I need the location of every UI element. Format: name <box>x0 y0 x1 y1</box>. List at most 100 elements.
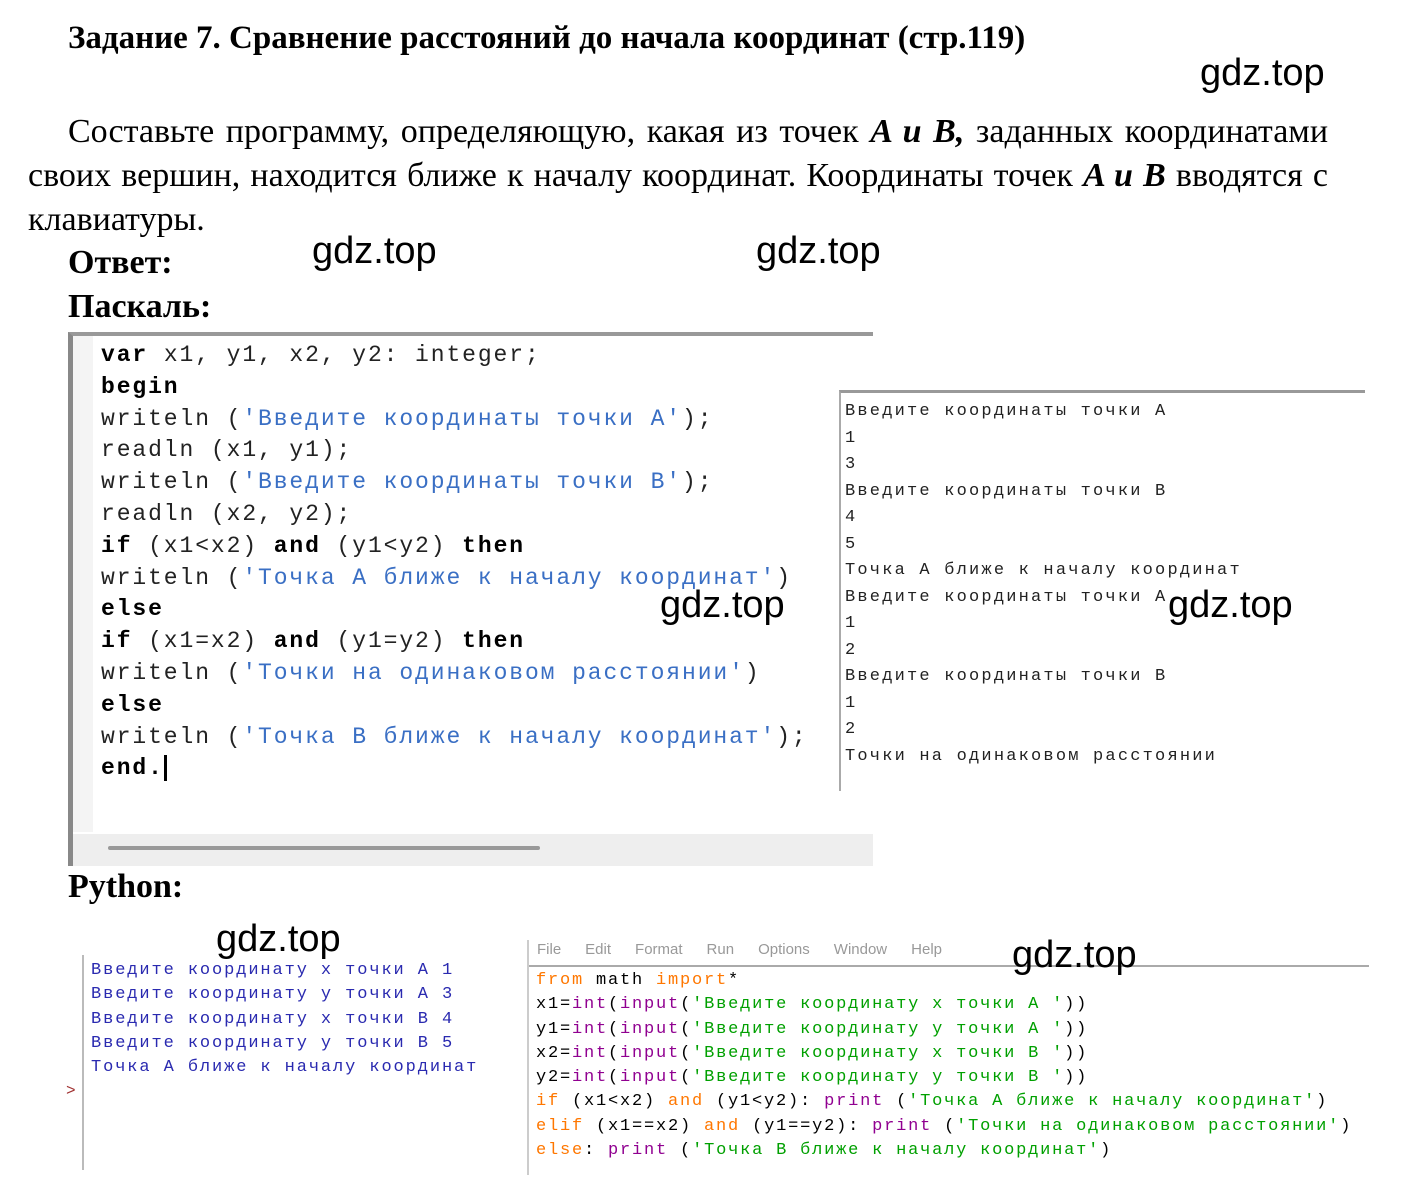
code-line: if (x1<x2) and (y1<y2): print ('Точка A … <box>536 1090 1352 1114</box>
code-line: else: print ('Точка B ближе к началу коо… <box>536 1139 1352 1163</box>
code-token: if <box>101 532 133 559</box>
code-line: writeln ('Введите координаты точки A'); <box>101 404 808 436</box>
code-token: ( <box>680 1068 693 1088</box>
code-token: 'Точки на одинаковом расстоянии' <box>242 659 745 686</box>
code-token: x2= <box>536 1043 573 1063</box>
output-line: 2 <box>845 640 858 660</box>
code-token: writeln ( <box>101 469 243 496</box>
code-token: writeln ( <box>101 659 243 686</box>
code-token: if <box>536 1092 561 1112</box>
output-line: Введите координату y точки A 3 <box>91 985 455 1005</box>
menu-item-format[interactable]: Format <box>635 941 683 958</box>
shell-prompt: > <box>66 1082 76 1100</box>
scrollbar-thumb[interactable] <box>108 846 540 850</box>
code-line: begin <box>101 372 808 404</box>
code-token: then <box>462 532 525 559</box>
code-token: import <box>656 971 729 990</box>
code-token: math <box>584 971 657 990</box>
output-line: 2 <box>845 720 858 739</box>
code-token: ( <box>608 1043 621 1063</box>
code-token: 'Введите координату y точки B ' <box>692 1068 1065 1088</box>
code-token: ( <box>608 995 621 1015</box>
code-line: y1=int(input('Введите координату y точки… <box>536 1018 1352 1042</box>
code-token: x1, y1, x2, y2: integer; <box>163 342 541 368</box>
python-editor: File Edit Format Run Options Window Help from … <box>527 940 1369 1175</box>
code-token: readln (x1, y1); <box>101 437 353 464</box>
code-token: (y1<y2): <box>704 1092 825 1112</box>
menu-item-window[interactable]: Window <box>834 941 887 958</box>
code-token: writeln ( <box>101 564 243 591</box>
code-token: readln (x2, y2); <box>101 500 353 527</box>
code-token: writeln ( <box>101 405 243 432</box>
code-token: from <box>536 971 585 990</box>
code-token: (x1=x2) <box>148 628 274 655</box>
code-token: 'Введите координату y точки A ' <box>692 1019 1065 1039</box>
code-token: else <box>101 596 164 623</box>
code-token: ( <box>884 1092 909 1112</box>
output-line: Введите координату y точки B 5 <box>91 1033 455 1053</box>
code-line: writeln ('Точки на одинаковом расстоянии… <box>101 658 808 690</box>
output-line: Введите координаты точки B <box>845 667 1168 686</box>
code-line: if (x1<x2) and (y1<y2) then <box>101 531 808 563</box>
code-token: elif <box>536 1116 585 1136</box>
code-token: ); <box>776 723 808 750</box>
code-token: ( <box>932 1116 957 1136</box>
code-token: (y1=y2) <box>336 628 463 655</box>
output-line: Введите координату x точки B 4 <box>91 1009 455 1029</box>
menu-item-edit[interactable]: Edit <box>585 941 611 958</box>
code-token: y2= <box>536 1068 573 1088</box>
code-token: input <box>620 995 681 1015</box>
code-line: readln (x1, y1); <box>101 435 808 467</box>
answer-label: Ответ: <box>68 244 173 281</box>
code-token: 'Точка A ближе к началу координат' <box>908 1092 1317 1112</box>
code-token: then <box>462 628 525 655</box>
output-line: Введите координаты точки B <box>845 481 1168 501</box>
code-line: readln (x2, y2); <box>101 499 808 531</box>
pascal-label: Паскаль: <box>68 288 212 325</box>
code-token: input <box>620 1043 681 1063</box>
watermark: gdz.top <box>312 230 437 272</box>
code-token: var <box>101 342 149 368</box>
code-line: end. <box>101 753 808 785</box>
menu-item-file[interactable]: File <box>537 941 561 958</box>
code-line: elif (x1==x2) and (y1==y2): print ('Точк… <box>536 1115 1352 1139</box>
menu-item-help[interactable]: Help <box>911 941 942 958</box>
code-token: begin <box>101 373 180 400</box>
output-line: 5 <box>845 534 858 554</box>
watermark: gdz.top <box>216 918 341 960</box>
code-token: and <box>273 532 321 559</box>
code-token: (y1==y2): <box>740 1116 873 1136</box>
output-line: Введите координату x точки A 1 <box>91 961 455 980</box>
code-token: if <box>101 628 133 655</box>
code-token: ) <box>1100 1141 1113 1161</box>
task-em-2: A и B <box>1083 157 1166 194</box>
code-token: ); <box>682 469 714 496</box>
python-label: Python: <box>68 868 184 905</box>
task-text: Составьте программу, определяющую, какая… <box>28 110 1328 242</box>
output-line: 3 <box>845 455 858 474</box>
code-token: (x1<x2) <box>148 532 274 559</box>
code-token: (y1<y2) <box>336 532 463 559</box>
code-token: ( <box>680 995 693 1015</box>
code-token: and <box>668 1092 705 1112</box>
code-token: * <box>728 971 741 990</box>
code-token: x1= <box>536 995 573 1015</box>
code-line: writeln ('Точка B ближе к началу координ… <box>101 722 808 754</box>
code-token: ( <box>608 1019 621 1039</box>
code-token: )) <box>1064 1068 1089 1088</box>
code-token: ) <box>1316 1092 1329 1112</box>
output-line: 1 <box>845 428 858 448</box>
code-line: from math import* <box>536 969 1352 993</box>
menu-divider <box>529 965 1369 967</box>
code-token: and <box>273 628 321 655</box>
code-token: print <box>824 1092 885 1112</box>
code-token: and <box>704 1116 741 1136</box>
horizontal-scrollbar[interactable] <box>73 834 873 866</box>
pascal-code: var x1, y1, x2, y2: integer; begin writeln… <box>101 340 808 785</box>
menu-item-run[interactable]: Run <box>707 941 735 958</box>
python-code: from math import* x1=int(input('Введите к… <box>536 969 1352 1163</box>
code-line: var x1, y1, x2, y2: integer; <box>101 340 808 372</box>
python-shell: Введите координату x точки A 1 Введите ко… <box>82 955 504 1170</box>
code-line: y2=int(input('Введите координату y точки… <box>536 1066 1352 1090</box>
menu-item-options[interactable]: Options <box>758 941 810 958</box>
